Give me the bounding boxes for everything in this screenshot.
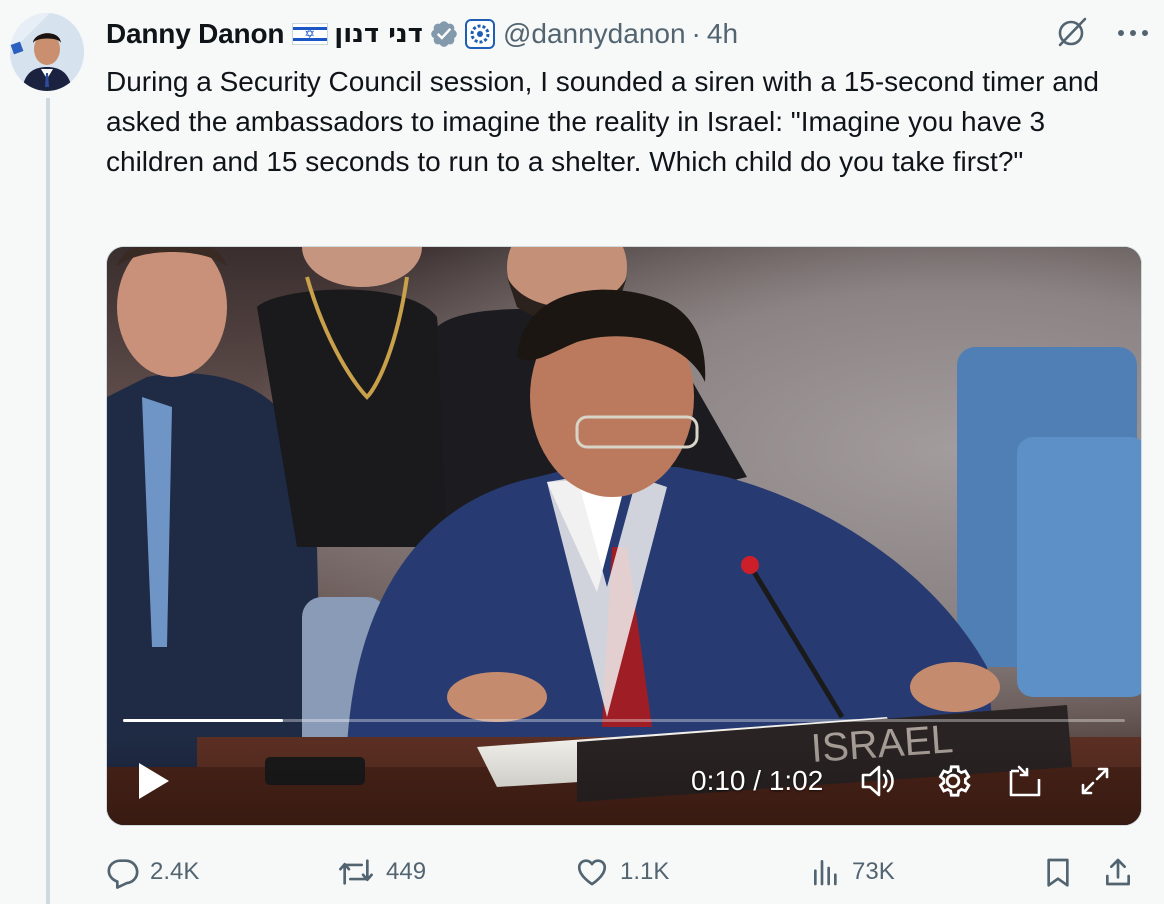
share-icon bbox=[1106, 858, 1130, 886]
bookmark-icon bbox=[1047, 858, 1069, 887]
reply-button[interactable]: 2.4K bbox=[106, 855, 199, 889]
tweet-header: Danny Danon ✡ דני דנון @dannydanon · 4h bbox=[106, 14, 1144, 54]
video-player[interactable]: ISRAEL 0:10 / 1:02 bbox=[106, 246, 1142, 826]
tweet-text: During a Security Council session, I sou… bbox=[106, 66, 1099, 177]
video-time-readout: 0:10 / 1:02 bbox=[691, 765, 824, 796]
separator-dot: · bbox=[691, 18, 701, 49]
reply-icon bbox=[107, 859, 139, 889]
grok-icon[interactable] bbox=[1054, 14, 1090, 55]
repost-count: 449 bbox=[386, 858, 427, 885]
video-progress-fill bbox=[123, 719, 284, 722]
play-icon[interactable] bbox=[137, 761, 171, 801]
bookmark-button[interactable] bbox=[1042, 855, 1084, 889]
settings-gear-icon[interactable] bbox=[933, 761, 973, 801]
author-hebrew-name[interactable]: דני דנון bbox=[334, 19, 423, 49]
views-button[interactable]: 73K bbox=[810, 855, 895, 889]
author-handle[interactable]: @dannydanon bbox=[503, 18, 686, 50]
fullscreen-icon[interactable] bbox=[1075, 761, 1115, 801]
header-actions bbox=[1054, 14, 1150, 55]
thread-line bbox=[46, 98, 50, 904]
tweet-actions-bar: 2.4K 449 1.1K 73K bbox=[106, 846, 1164, 898]
repost-icon bbox=[339, 859, 373, 885]
video-controls: 0:10 / 1:02 bbox=[107, 735, 1141, 825]
volume-icon[interactable] bbox=[859, 761, 899, 801]
like-button[interactable]: 1.1K bbox=[574, 855, 669, 889]
reply-count: 2.4K bbox=[150, 858, 200, 885]
more-options-icon[interactable] bbox=[1116, 26, 1150, 44]
avatar[interactable] bbox=[10, 13, 84, 91]
like-count: 1.1K bbox=[620, 858, 670, 885]
israel-flag-icon: ✡ bbox=[292, 23, 329, 45]
share-button[interactable] bbox=[1102, 855, 1144, 889]
author-display-name[interactable]: Danny Danon bbox=[106, 18, 284, 50]
view-count: 73K bbox=[852, 858, 895, 885]
affiliate-badge-icon[interactable] bbox=[464, 19, 495, 49]
heart-icon bbox=[577, 859, 607, 886]
repost-button[interactable]: 449 bbox=[336, 855, 426, 889]
tweet-timestamp[interactable]: 4h bbox=[707, 18, 738, 50]
verified-badge-icon[interactable] bbox=[429, 19, 459, 49]
views-chart-icon bbox=[814, 860, 837, 886]
avatar-image bbox=[10, 13, 84, 91]
picture-in-picture-icon[interactable] bbox=[1005, 761, 1045, 801]
video-progress-bar[interactable] bbox=[123, 719, 1125, 722]
